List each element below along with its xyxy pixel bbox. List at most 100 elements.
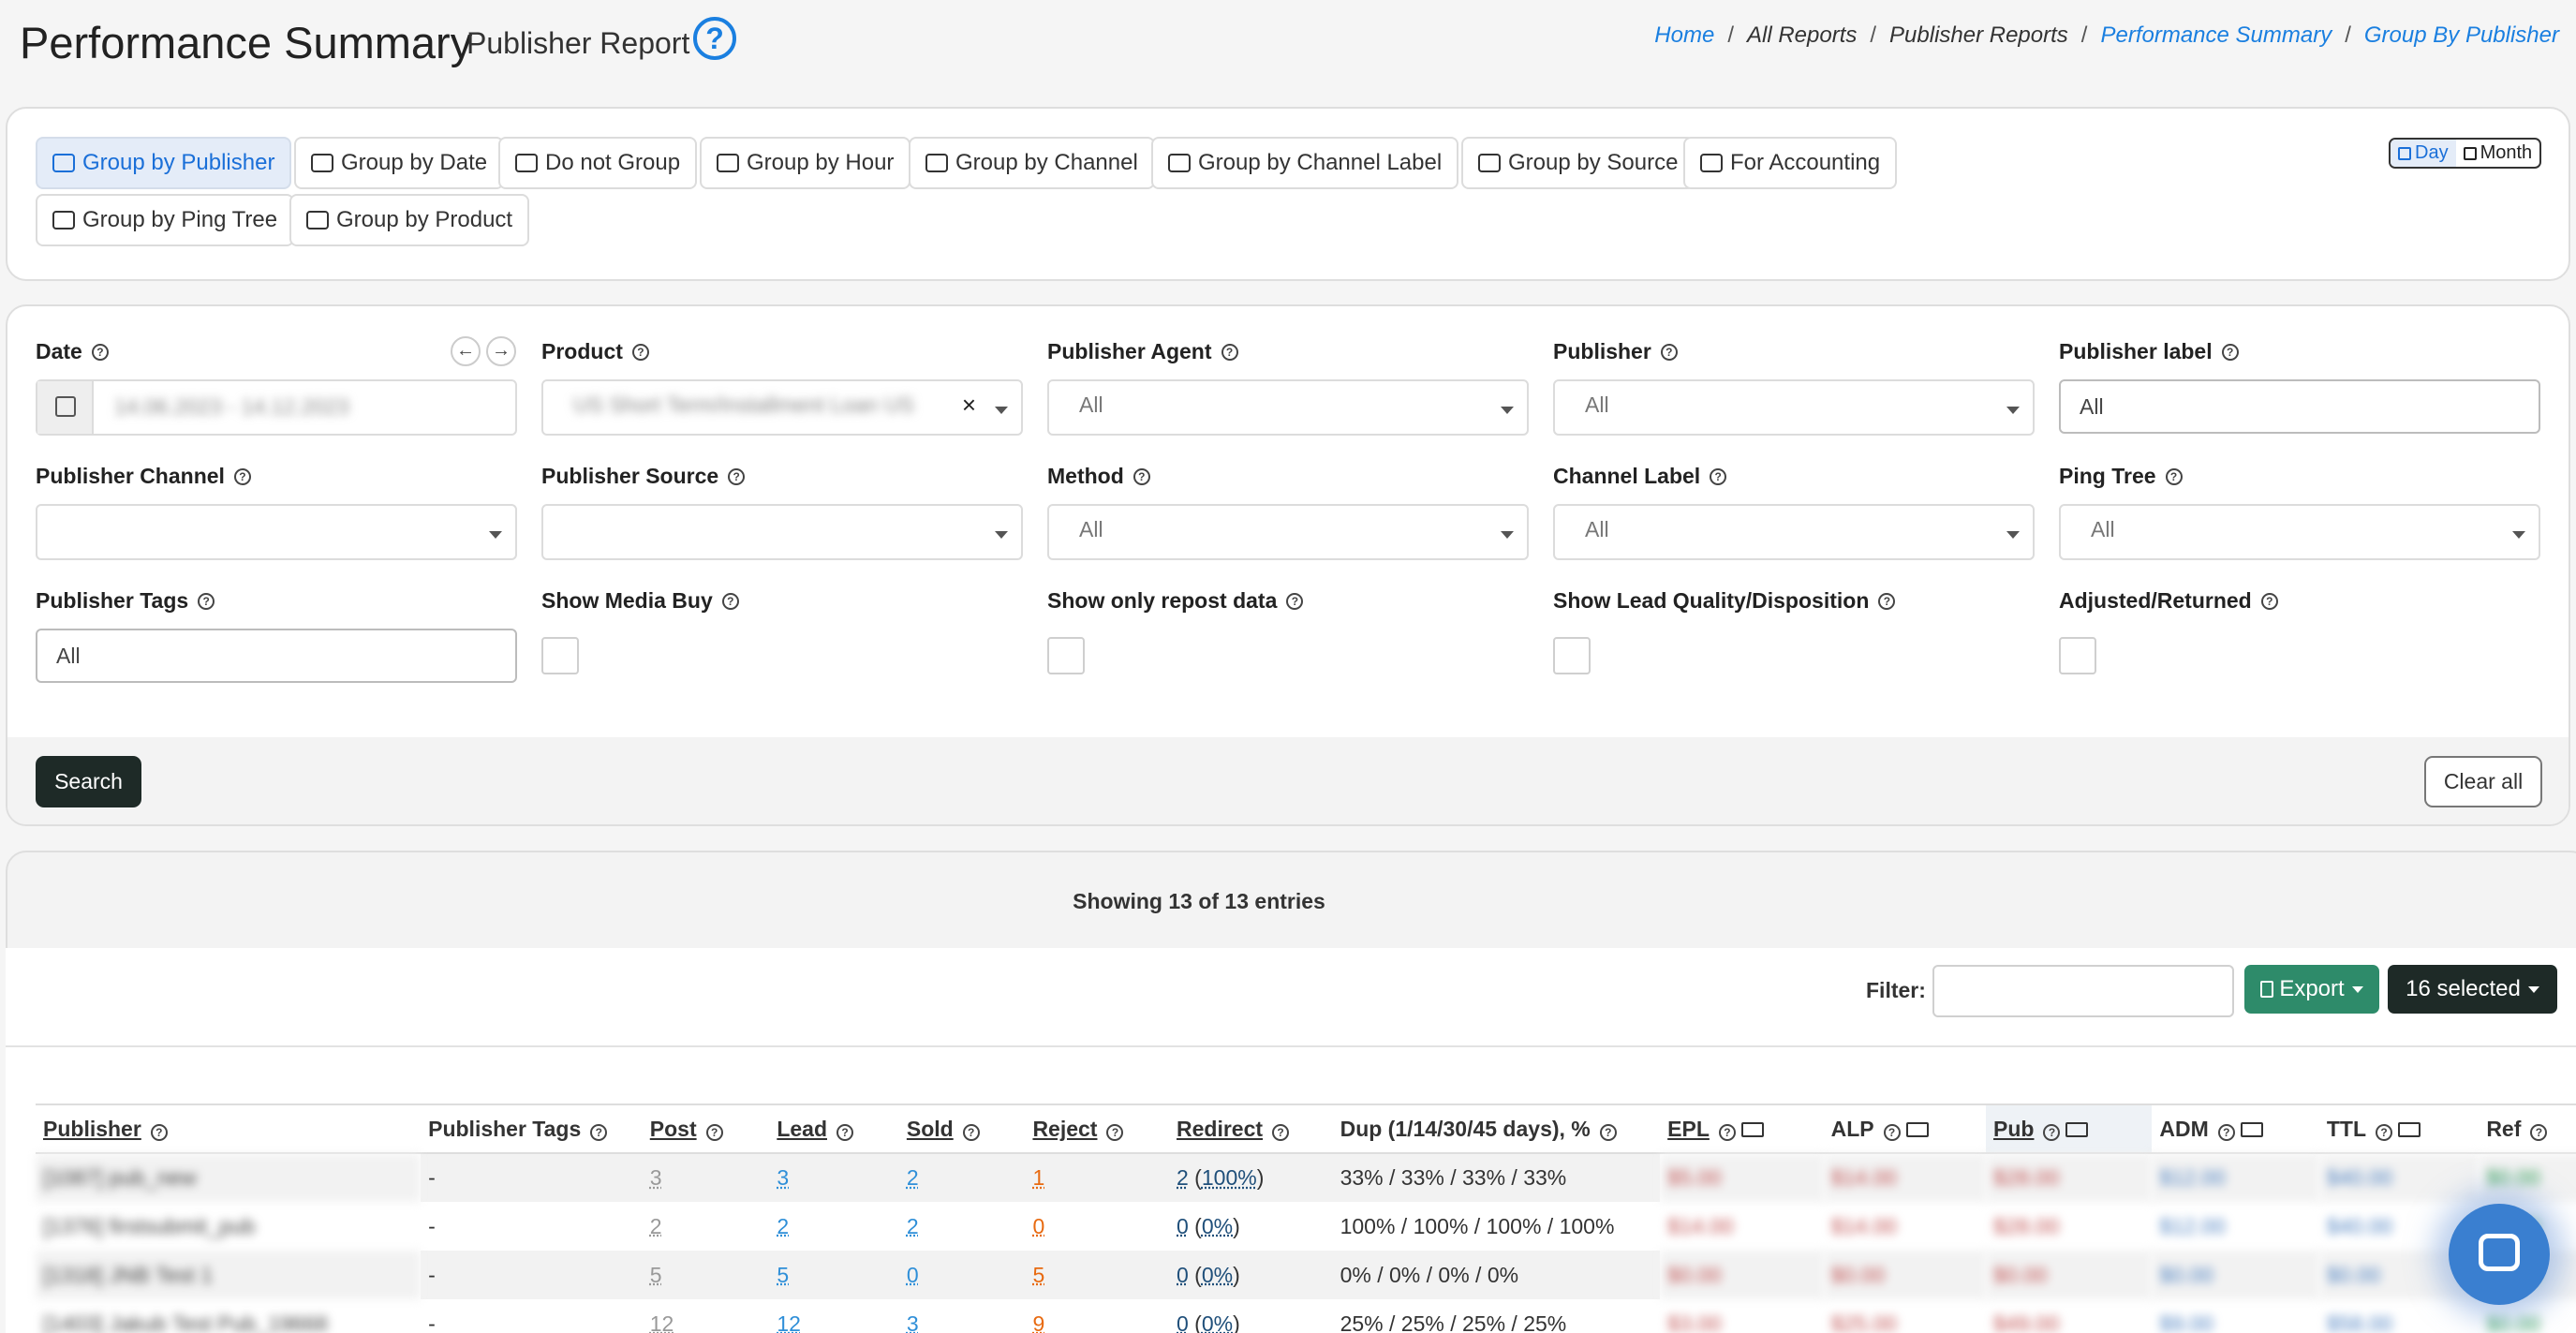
group-by-date-button[interactable]: Group by Date: [294, 137, 505, 189]
help-icon[interactable]: ?: [2221, 343, 2239, 361]
method-select[interactable]: All: [1047, 504, 1529, 560]
next-date-button[interactable]: →: [486, 336, 516, 366]
show-only-repost-checkbox[interactable]: [1047, 637, 1085, 674]
help-icon[interactable]: ?: [1660, 343, 1678, 361]
for-accounting-button[interactable]: For Accounting: [1683, 137, 1898, 189]
help-icon[interactable]: ?: [1599, 1123, 1617, 1141]
reject-cell[interactable]: 0: [1025, 1202, 1169, 1251]
help-icon[interactable]: ?: [631, 343, 649, 361]
help-icon[interactable]: ?: [2217, 1123, 2235, 1141]
help-icon[interactable]: ?: [150, 1123, 168, 1141]
adjusted-returned-checkbox[interactable]: [2059, 637, 2096, 674]
date-range-input[interactable]: 14.06.2023 - 14.12.2023: [36, 379, 517, 436]
publisher-cell[interactable]: [1318] JNB Test 1: [36, 1251, 422, 1299]
help-icon[interactable]: ?: [590, 1123, 608, 1141]
help-icon[interactable]: ?: [2260, 592, 2278, 610]
help-icon[interactable]: ?: [1221, 343, 1238, 361]
post-cell[interactable]: 2: [643, 1202, 770, 1251]
lead-cell[interactable]: 5: [769, 1251, 899, 1299]
redirect-count[interactable]: 0: [1177, 1263, 1189, 1287]
reject-cell[interactable]: 5: [1025, 1251, 1169, 1299]
breadcrumb-group-by-publisher[interactable]: Group By Publisher: [2364, 22, 2559, 48]
help-icon[interactable]: ?: [91, 343, 109, 361]
post-cell[interactable]: 12: [643, 1299, 770, 1333]
help-icon[interactable]: ?: [233, 467, 251, 485]
help-icon[interactable]: ?: [728, 467, 746, 485]
month-toggle[interactable]: Month: [2456, 140, 2540, 167]
channel-label-select[interactable]: All: [1553, 504, 2035, 560]
columns-selected-button[interactable]: 16 selected: [2388, 965, 2557, 1014]
publisher-agent-select[interactable]: All: [1047, 379, 1529, 436]
day-toggle[interactable]: Day: [2391, 140, 2456, 167]
redirect-pct[interactable]: 100%: [1202, 1165, 1257, 1190]
help-icon[interactable]: ?: [1718, 1123, 1736, 1141]
publisher-cell[interactable]: [1087] pub_new: [36, 1153, 422, 1202]
calendar-icon[interactable]: [37, 381, 94, 434]
sold-cell[interactable]: 3: [899, 1299, 1026, 1333]
sold-cell[interactable]: 0: [898, 1251, 1026, 1299]
group-by-source-button[interactable]: Group by Source: [1461, 137, 1695, 189]
redirect-count[interactable]: 2: [1177, 1165, 1189, 1190]
help-icon[interactable]: ?: [2530, 1123, 2548, 1141]
help-icon[interactable]: ?: [1883, 1123, 1901, 1141]
prev-date-button[interactable]: ←: [451, 336, 481, 366]
publisher-tags-input[interactable]: All: [36, 629, 517, 683]
publisher-label-input[interactable]: All: [2059, 379, 2540, 434]
ping-tree-select[interactable]: All: [2059, 504, 2540, 560]
redirect-count[interactable]: 0: [1177, 1311, 1189, 1333]
col-lead[interactable]: Lead?: [769, 1103, 899, 1154]
group-by-hour-button[interactable]: Group by Hour: [700, 137, 911, 189]
help-icon[interactable]: ?: [2376, 1123, 2393, 1141]
chat-support-icon[interactable]: [2449, 1204, 2550, 1305]
reject-cell[interactable]: 1: [1025, 1153, 1169, 1202]
col-pub[interactable]: Pub?: [1986, 1103, 2153, 1154]
lead-cell[interactable]: 12: [769, 1299, 899, 1333]
help-icon[interactable]: ?: [836, 1123, 853, 1141]
help-icon[interactable]: ?: [962, 1123, 980, 1141]
col-redirect[interactable]: Redirect?: [1169, 1103, 1333, 1154]
reject-cell[interactable]: 9: [1025, 1299, 1169, 1333]
help-icon[interactable]: ?: [1106, 1123, 1124, 1141]
search-button[interactable]: Search: [36, 756, 141, 807]
clear-product-icon[interactable]: ×: [962, 391, 976, 420]
sold-cell[interactable]: 2: [899, 1202, 1026, 1251]
help-icon[interactable]: ?: [2043, 1123, 2061, 1141]
post-cell[interactable]: 5: [642, 1251, 770, 1299]
product-select[interactable]: US Short Term/Installment Loan US ×: [541, 379, 1023, 436]
publisher-select[interactable]: All: [1553, 379, 2035, 436]
lead-cell[interactable]: 3: [769, 1153, 899, 1202]
publisher-source-select[interactable]: [541, 504, 1023, 560]
col-publisher[interactable]: Publisher?: [36, 1103, 422, 1154]
table-filter-input[interactable]: [1932, 965, 2234, 1017]
redirect-pct[interactable]: 0%: [1202, 1263, 1233, 1287]
help-icon[interactable]: ?: [2165, 467, 2183, 485]
breadcrumb-performance-summary[interactable]: Performance Summary: [2100, 22, 2332, 48]
group-by-publisher-button[interactable]: Group by Publisher: [36, 137, 292, 189]
help-icon[interactable]: ?: [705, 1123, 723, 1141]
redirect-pct[interactable]: 0%: [1202, 1214, 1233, 1238]
col-post[interactable]: Post?: [642, 1103, 770, 1154]
col-reject[interactable]: Reject?: [1025, 1103, 1169, 1154]
group-by-channel-button[interactable]: Group by Channel: [909, 137, 1155, 189]
help-icon[interactable]: ?: [721, 592, 739, 610]
show-lead-quality-checkbox[interactable]: [1553, 637, 1591, 674]
breadcrumb-home[interactable]: Home: [1654, 22, 1714, 48]
redirect-count[interactable]: 0: [1177, 1214, 1189, 1238]
help-icon[interactable]: ?: [1710, 467, 1727, 485]
group-by-channel-label-button[interactable]: Group by Channel Label: [1151, 137, 1459, 189]
help-icon[interactable]: ?: [1286, 592, 1304, 610]
publisher-cell[interactable]: [1403] Jakub Test Pub_19668: [36, 1299, 421, 1333]
help-icon[interactable]: ?: [1272, 1123, 1290, 1141]
help-icon[interactable]: ?: [198, 592, 215, 610]
redirect-pct[interactable]: 0%: [1202, 1311, 1233, 1333]
help-icon[interactable]: ?: [693, 17, 736, 60]
show-media-buy-checkbox[interactable]: [541, 637, 579, 674]
group-by-product-button[interactable]: Group by Product: [289, 194, 530, 246]
export-button[interactable]: Export: [2244, 965, 2379, 1014]
post-cell[interactable]: 3: [642, 1153, 770, 1202]
help-icon[interactable]: ?: [1133, 467, 1150, 485]
help-icon[interactable]: ?: [1878, 592, 1896, 610]
sold-cell[interactable]: 2: [898, 1153, 1026, 1202]
clear-all-button[interactable]: Clear all: [2424, 756, 2542, 807]
publisher-cell[interactable]: [1376] firstsubmit_pub: [36, 1202, 421, 1251]
